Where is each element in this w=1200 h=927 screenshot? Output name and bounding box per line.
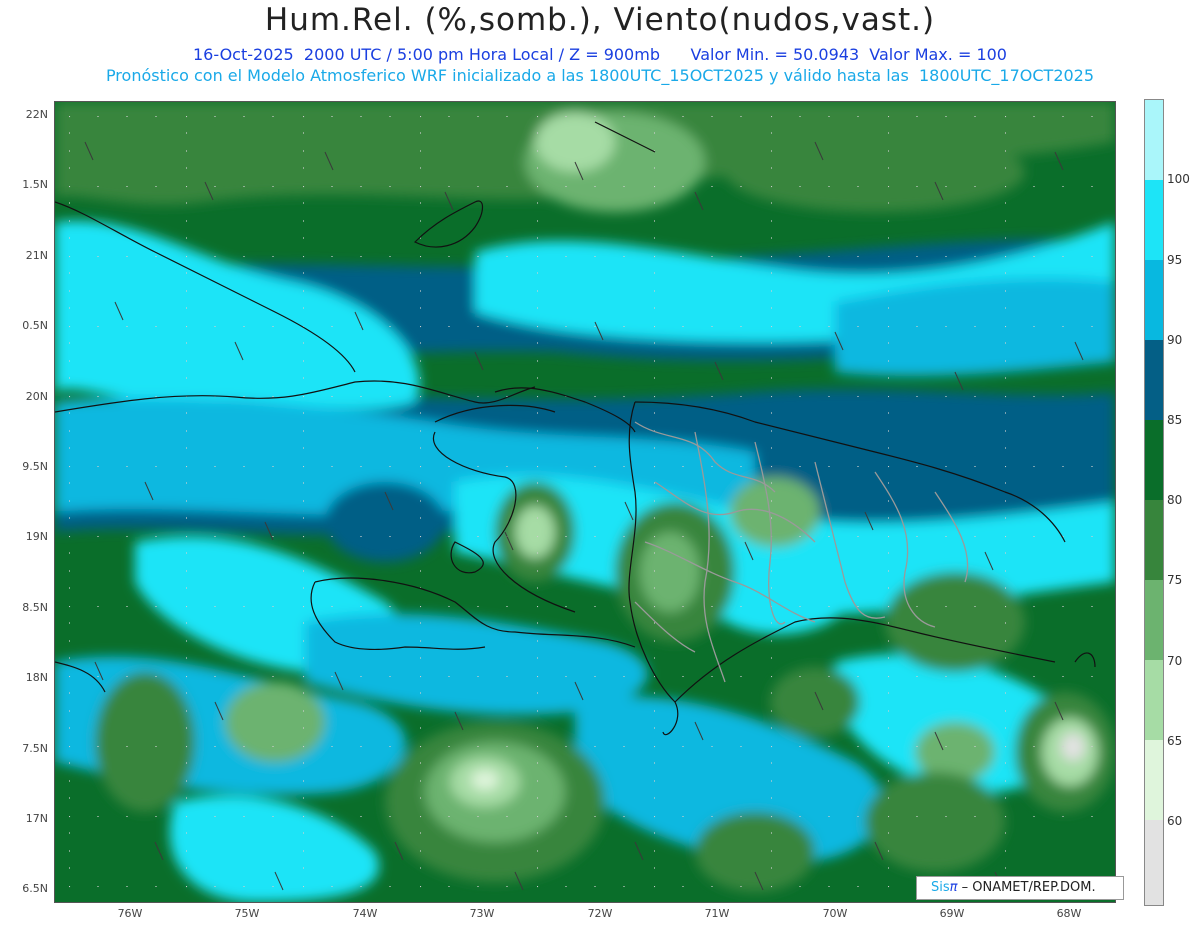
model-info-line: Pronóstico con el Modelo Atmosferico WRF… — [105, 66, 1095, 85]
lat-label-17-5n: 7.5N — [22, 742, 48, 755]
lat-label-18n: 18N — [25, 671, 48, 684]
lon-label-69w: 69W — [939, 907, 965, 920]
lat-label-20-5n: 0.5N — [22, 319, 48, 332]
color-step-85 — [1145, 340, 1163, 420]
color-step-65 — [1145, 660, 1163, 740]
color-scale-bar — [1144, 99, 1164, 906]
credit-box: Sisπ – ONAMET/REP.DOM. — [916, 876, 1124, 900]
grid-dots — [55, 102, 1115, 902]
colorbar-label-75: 75 — [1167, 573, 1183, 587]
map-title: Hum.Rel. (%,somb.), Viento(nudos,vast.) — [264, 2, 936, 38]
lon-label-74w: 74W — [352, 907, 378, 920]
lon-label-71w: 71W — [704, 907, 730, 920]
humidity-field-svg — [55, 102, 1115, 902]
lat-label-20n: 20N — [25, 390, 48, 403]
color-step-70 — [1145, 580, 1163, 660]
colorbar-label-65: 65 — [1167, 734, 1183, 748]
color-step-80 — [1145, 420, 1163, 500]
color-step-95 — [1145, 180, 1163, 260]
humidity-map — [54, 101, 1116, 903]
colorbar-label-85: 85 — [1167, 413, 1183, 427]
lat-label-19n: 19N — [25, 530, 48, 543]
lon-label-72w: 72W — [587, 907, 613, 920]
lat-label-17n: 17N — [25, 812, 48, 825]
lon-label-70w: 70W — [822, 907, 848, 920]
lat-label-21-5n: 1.5N — [22, 178, 48, 191]
lat-label-16-5n: 6.5N — [22, 882, 48, 895]
color-step-100-plus — [1145, 100, 1163, 180]
lon-label-68w: 68W — [1056, 907, 1082, 920]
lat-label-18-5n: 8.5N — [22, 601, 48, 614]
color-step-60 — [1145, 740, 1163, 820]
colorbar-label-60: 60 — [1167, 814, 1183, 828]
colorbar-label-100: 100 — [1167, 172, 1190, 186]
lat-label-22n: 22N — [25, 108, 48, 121]
lon-label-76w: 76W — [117, 907, 143, 920]
color-step-90 — [1145, 260, 1163, 340]
colorbar-label-90: 90 — [1167, 333, 1183, 347]
lon-label-73w: 73W — [469, 907, 495, 920]
lat-label-19-5n: 9.5N — [22, 460, 48, 473]
credit-brand: Sis — [931, 880, 950, 895]
forecast-time-line: 16-Oct-2025 2000 UTC / 5:00 pm Hora Loca… — [193, 45, 1007, 64]
lat-label-21n: 21N — [25, 249, 48, 262]
credit-org: – ONAMET/REP.DOM. — [957, 880, 1096, 895]
colorbar-label-95: 95 — [1167, 253, 1183, 267]
color-step-75 — [1145, 500, 1163, 580]
colorbar-label-80: 80 — [1167, 493, 1183, 507]
lon-label-75w: 75W — [234, 907, 260, 920]
color-step-below-60 — [1145, 820, 1163, 905]
colorbar-label-70: 70 — [1167, 654, 1183, 668]
